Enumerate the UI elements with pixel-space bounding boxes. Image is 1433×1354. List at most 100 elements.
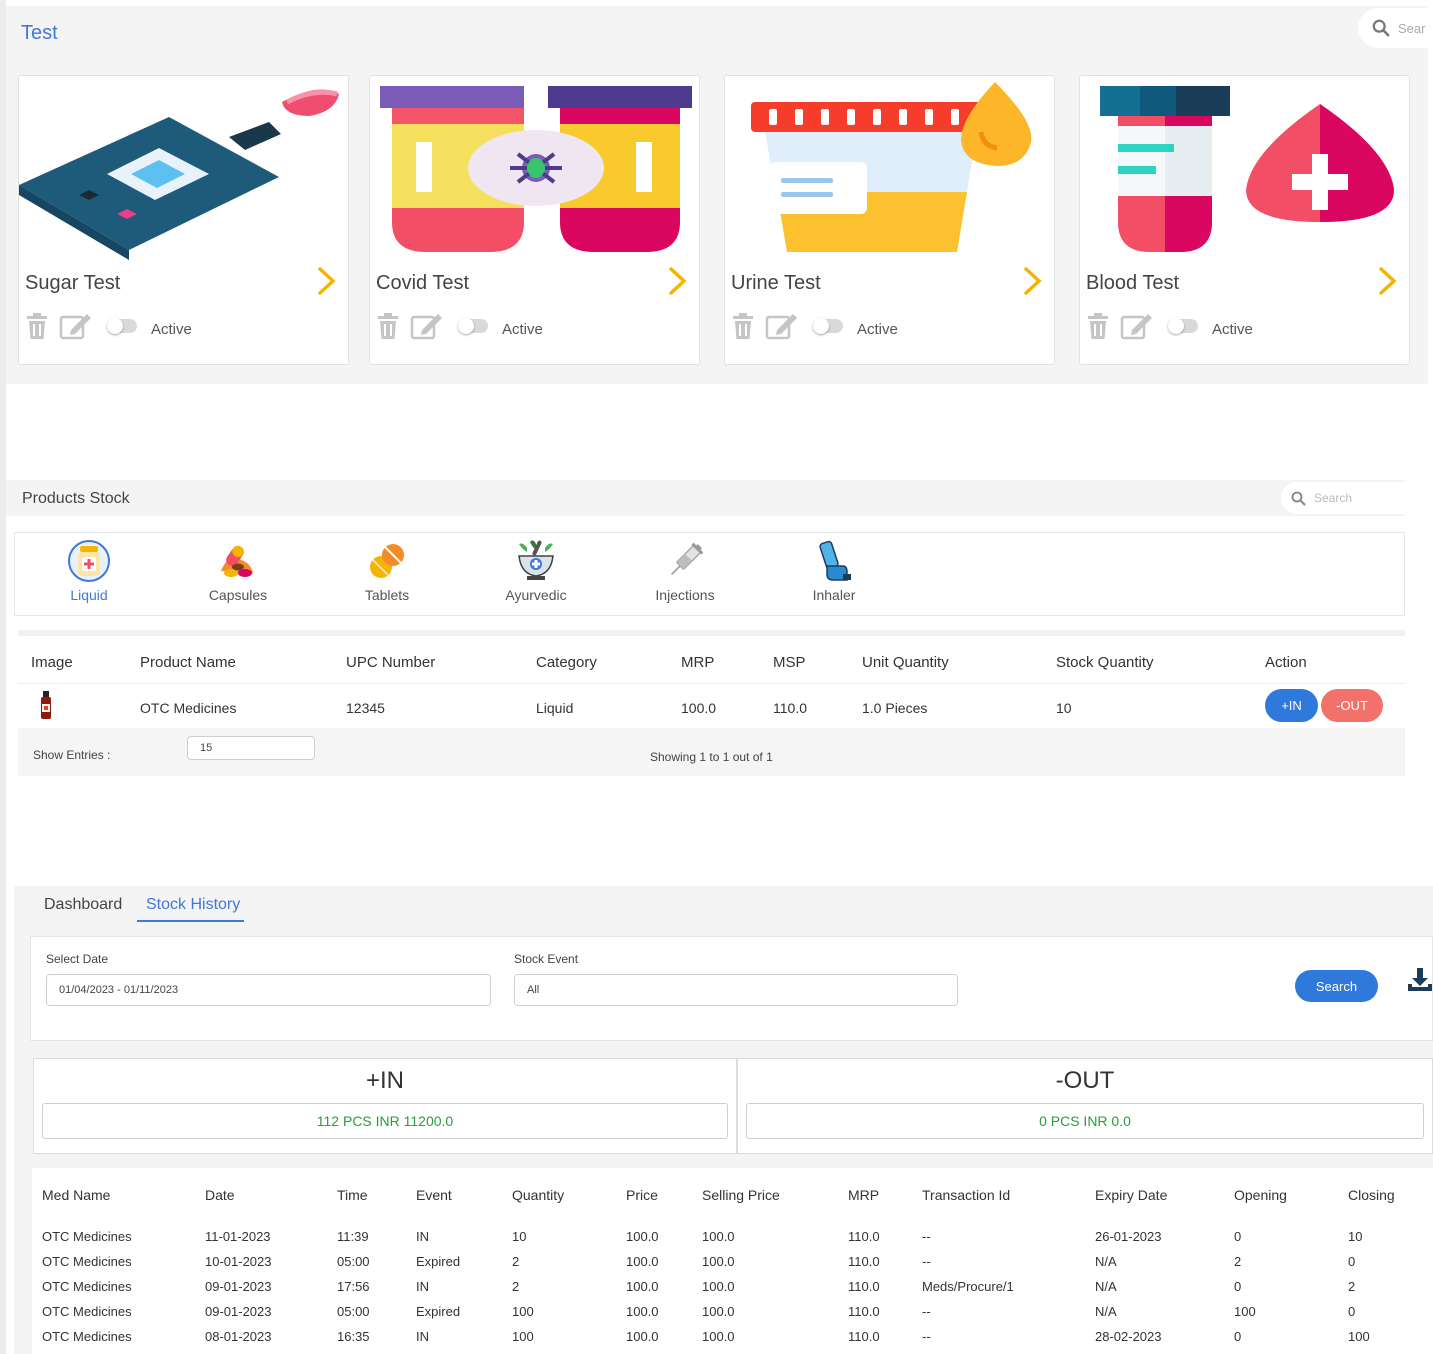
product-name-cell: OTC Medicines bbox=[140, 700, 237, 716]
history-column-header: Closing bbox=[1348, 1187, 1395, 1203]
liquid-bottle-icon bbox=[68, 540, 110, 582]
column-header: MRP bbox=[681, 654, 715, 671]
active-toggle[interactable] bbox=[458, 318, 488, 334]
history-cell: -- bbox=[922, 1304, 931, 1319]
tab-dashboard[interactable]: Dashboard bbox=[44, 896, 122, 914]
history-cell: -- bbox=[922, 1229, 931, 1244]
chevron-right-icon[interactable] bbox=[1375, 264, 1401, 298]
show-entries-label: Show Entries : bbox=[33, 748, 111, 762]
history-cell: N/A bbox=[1095, 1254, 1117, 1269]
history-cell: 100 bbox=[1348, 1329, 1370, 1344]
chevron-right-icon[interactable] bbox=[665, 264, 691, 298]
download-icon[interactable] bbox=[1407, 967, 1433, 993]
history-cell: 10 bbox=[1348, 1229, 1363, 1244]
tab-stock-history[interactable]: Stock History bbox=[146, 896, 240, 914]
test-name: Urine Test bbox=[731, 272, 821, 294]
history-column-header: Time bbox=[337, 1187, 368, 1203]
blood-sample-icon bbox=[1100, 86, 1394, 252]
active-label: Active bbox=[151, 320, 192, 338]
history-cell: 2 bbox=[1348, 1279, 1356, 1294]
stock-event-select[interactable]: All bbox=[514, 974, 958, 1006]
trash-icon[interactable] bbox=[1086, 313, 1110, 339]
stock-out-button[interactable]: -OUT bbox=[1321, 689, 1383, 722]
test-search-placeholder: Sear bbox=[1398, 20, 1426, 36]
test-card-blood[interactable]: Blood Test Active bbox=[1079, 75, 1410, 365]
stock-in-button[interactable]: +IN bbox=[1265, 689, 1318, 722]
history-cell: -- bbox=[922, 1254, 931, 1269]
chevron-right-icon[interactable] bbox=[314, 264, 340, 298]
date-range-input[interactable]: 01/04/2023 - 01/11/2023 bbox=[46, 974, 491, 1006]
edit-icon[interactable] bbox=[410, 312, 444, 340]
active-label: Active bbox=[502, 320, 543, 338]
history-cell: 05:00 bbox=[337, 1254, 370, 1269]
trash-icon[interactable] bbox=[25, 313, 49, 339]
history-cell: 100.0 bbox=[626, 1229, 659, 1244]
covid-test-icon bbox=[380, 86, 692, 252]
msp-cell: 110.0 bbox=[773, 700, 807, 716]
active-toggle[interactable] bbox=[107, 318, 137, 334]
history-cell: 110.0 bbox=[848, 1279, 880, 1294]
search-icon bbox=[1372, 19, 1390, 37]
tablets-icon bbox=[370, 544, 404, 578]
history-cell: 08-01-2023 bbox=[205, 1329, 272, 1344]
history-column-header: Expiry Date bbox=[1095, 1187, 1168, 1203]
test-card-sugar[interactable]: Sugar Test Active bbox=[18, 75, 349, 365]
history-cell: Meds/Procure/1 bbox=[922, 1279, 1014, 1294]
history-cell: IN bbox=[416, 1279, 429, 1294]
category-capsules[interactable]: Capsules bbox=[183, 539, 293, 603]
trash-icon[interactable] bbox=[731, 313, 755, 339]
pagination-info: Showing 1 to 1 out of 1 bbox=[650, 750, 773, 764]
history-cell: 09-01-2023 bbox=[205, 1304, 272, 1319]
section-title-products-stock: Products Stock bbox=[22, 490, 130, 507]
column-header: Stock Quantity bbox=[1056, 654, 1154, 671]
history-cell: -- bbox=[922, 1329, 931, 1344]
category-ayurvedic[interactable]: Ayurvedic bbox=[481, 539, 591, 603]
unit-quantity-cell: 1.0 Pieces bbox=[862, 700, 928, 716]
glucose-meter-icon bbox=[19, 89, 339, 260]
category-label: Capsules bbox=[208, 587, 268, 603]
show-entries-select[interactable]: 15 bbox=[187, 736, 315, 760]
search-icon bbox=[1291, 491, 1306, 506]
history-cell: OTC Medicines bbox=[42, 1279, 132, 1294]
products-search-box[interactable]: Search bbox=[1281, 482, 1405, 514]
history-cell: 11-01-2023 bbox=[205, 1229, 271, 1244]
chevron-right-icon[interactable] bbox=[1020, 264, 1046, 298]
category-label: Tablets bbox=[364, 587, 410, 603]
products-table: Image Product Name UPC Number Category M… bbox=[18, 630, 1405, 776]
history-cell: 0 bbox=[1234, 1329, 1242, 1344]
history-cell: 2 bbox=[512, 1279, 520, 1294]
category-inhaler[interactable]: Inhaler bbox=[779, 539, 889, 603]
active-toggle[interactable] bbox=[813, 318, 843, 334]
table-row: OTC Medicines 12345 Liquid 100.0 110.0 1… bbox=[18, 684, 1405, 728]
edit-icon[interactable] bbox=[59, 312, 93, 340]
edit-icon[interactable] bbox=[765, 312, 799, 340]
history-cell: 100.0 bbox=[702, 1304, 735, 1319]
history-cell: 110.0 bbox=[848, 1229, 880, 1244]
syringe-icon bbox=[670, 542, 704, 576]
edit-icon[interactable] bbox=[1120, 312, 1154, 340]
category-bar: Liquid Capsules Tablets Ayurvedic Inject… bbox=[14, 532, 1405, 616]
category-cell: Liquid bbox=[536, 700, 574, 716]
category-label: Injections bbox=[655, 587, 715, 603]
history-column-header: Selling Price bbox=[702, 1187, 780, 1203]
history-cell: IN bbox=[416, 1329, 429, 1344]
history-cell: 100.0 bbox=[626, 1254, 659, 1269]
category-liquid[interactable]: Liquid bbox=[34, 539, 144, 603]
history-cell: 100 bbox=[512, 1329, 534, 1344]
history-cell: 100.0 bbox=[702, 1329, 735, 1344]
trash-icon[interactable] bbox=[376, 313, 400, 339]
category-tablets[interactable]: Tablets bbox=[332, 539, 442, 603]
history-column-header: Date bbox=[205, 1187, 235, 1203]
history-cell: Expired bbox=[416, 1304, 461, 1319]
category-injections[interactable]: Injections bbox=[630, 539, 740, 603]
column-header: MSP bbox=[773, 654, 806, 671]
search-button[interactable]: Search bbox=[1295, 970, 1378, 1002]
test-search-box[interactable]: Sear bbox=[1358, 8, 1428, 48]
test-card-covid[interactable]: Covid Test Active bbox=[369, 75, 700, 365]
active-toggle[interactable] bbox=[1168, 318, 1198, 334]
stock-event-label: Stock Event bbox=[514, 952, 579, 966]
test-name: Sugar Test bbox=[25, 272, 121, 294]
stock-quantity-cell: 10 bbox=[1056, 700, 1072, 716]
test-card-urine[interactable]: Urine Test Active bbox=[724, 75, 1055, 365]
category-label: Inhaler bbox=[812, 587, 856, 603]
